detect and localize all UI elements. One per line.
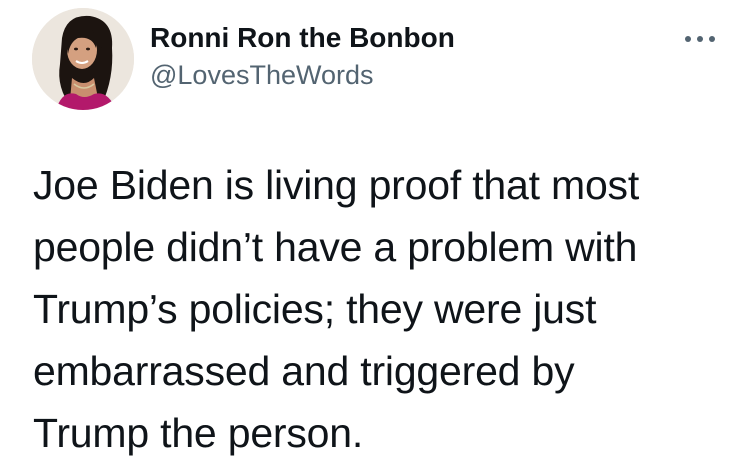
- more-horizontal-icon: [685, 36, 715, 42]
- more-options-button[interactable]: [678, 26, 722, 52]
- tweet-text-line: embarrassed and triggered by: [33, 348, 575, 394]
- tweet-text-line: people didn’t have a problem with: [33, 224, 638, 270]
- tweet-card: Ronni Ron the Bonbon @LovesTheWords Joe …: [0, 0, 750, 463]
- author-display-name[interactable]: Ronni Ron the Bonbon: [150, 22, 455, 54]
- profile-photo-icon: [32, 8, 134, 110]
- tweet-text-line: Joe Biden is living proof that most: [33, 162, 640, 208]
- tweet-text: Joe Biden is living proof that most peop…: [33, 154, 733, 463]
- tweet-text-line: Trump’s policies; they were just: [33, 286, 597, 332]
- author-avatar[interactable]: [32, 8, 134, 110]
- author-handle[interactable]: @LovesTheWords: [150, 60, 374, 91]
- tweet-text-line: Trump the person.: [33, 410, 364, 456]
